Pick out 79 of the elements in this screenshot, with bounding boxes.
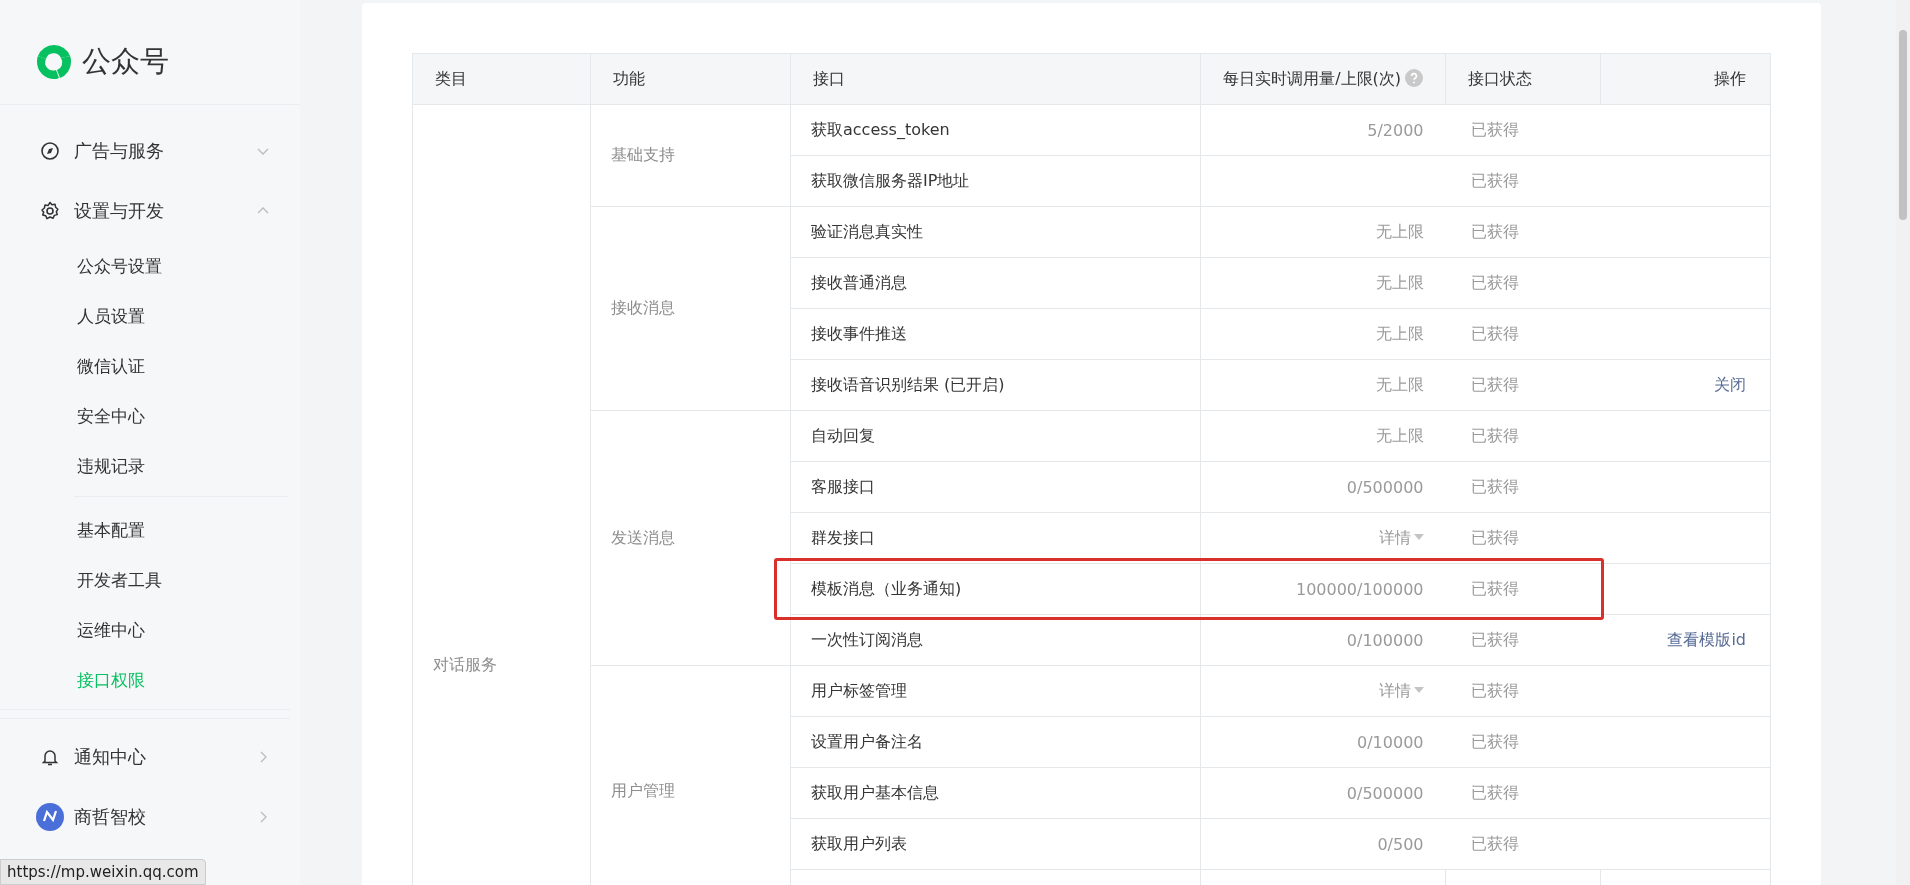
usage-count: 无上限 <box>1375 221 1424 241</box>
action-link[interactable]: 关闭 <box>1714 374 1746 394</box>
column-header: 类目 <box>412 53 591 105</box>
caret-icon <box>1413 686 1424 693</box>
interface-name: 群发接口 <box>811 527 875 547</box>
interface-name: 接收语音识别结果 (已开启) <box>811 374 1005 394</box>
interface-name: 一次性订阅消息 <box>811 629 923 649</box>
status-text: 已获得 <box>1470 782 1519 802</box>
interface-name: 接收普通消息 <box>811 272 907 292</box>
avatar-icon <box>36 803 64 831</box>
usage-count: 0/500 <box>1377 834 1424 854</box>
interface-name: 获取access_token <box>811 119 950 139</box>
nav-subitem[interactable]: 运维中心 <box>0 605 300 655</box>
nav-item[interactable]: 通知中心 <box>0 727 280 787</box>
category-cell: 对话服务 <box>433 655 497 674</box>
status-text: 已获得 <box>1470 425 1519 445</box>
status-text: 已获得 <box>1470 833 1519 853</box>
usage-count: 0/10000 <box>1357 732 1424 752</box>
status-text: 已获得 <box>1470 527 1519 547</box>
nav-item[interactable]: 广告与服务 <box>0 121 280 181</box>
usage-count: 无上限 <box>1375 272 1424 292</box>
usage-count: 0/100000 <box>1346 630 1424 650</box>
column-header: 每日实时调用量/上限(次) <box>1200 53 1446 105</box>
usage-count: 无上限 <box>1375 425 1424 445</box>
action-link[interactable]: 查看模版id <box>1667 629 1746 649</box>
status-text: 已获得 <box>1470 629 1519 649</box>
nav-subitem[interactable]: 微信认证 <box>0 341 300 391</box>
nav-item[interactable]: 商哲智校 <box>0 787 280 847</box>
column-header: 功能 <box>590 53 791 105</box>
function-cell: 接收消息 <box>611 298 675 317</box>
nav-subitem[interactable]: 基本配置 <box>0 505 300 555</box>
interface-name: 模板消息（业务通知) <box>811 578 962 598</box>
interface-name: 客服接口 <box>811 476 875 496</box>
scrollbar[interactable] <box>1896 0 1910 885</box>
status-text: 已获得 <box>1470 323 1519 343</box>
function-cell: 基础支持 <box>611 145 675 164</box>
interface-name: 接收事件推送 <box>811 323 907 343</box>
status-text: 已获得 <box>1470 476 1519 496</box>
scrollbar-thumb[interactable] <box>1899 30 1907 220</box>
interface-name: 设置用户备注名 <box>811 731 923 751</box>
compass-icon <box>40 141 60 161</box>
status-text: 已获得 <box>1470 221 1519 241</box>
nav-subitem[interactable]: 公众号设置 <box>0 241 300 291</box>
usage-count: 100000/100000 <box>1295 579 1424 599</box>
function-cell: 用户管理 <box>611 781 675 800</box>
status-url: https://mp.weixin.qq.com <box>0 859 206 885</box>
usage-count: 0/500000 <box>1346 783 1424 803</box>
status-text: 已获得 <box>1470 374 1519 394</box>
interface-name: 获取用户列表 <box>811 833 907 853</box>
status-text: 已获得 <box>1470 578 1519 598</box>
status-text: 已获得 <box>1470 272 1519 292</box>
interface-name: 验证消息真实性 <box>811 221 923 241</box>
status-text: 已获得 <box>1470 170 1519 190</box>
interface-name: 获取微信服务器IP地址 <box>811 170 970 190</box>
caret-icon <box>1413 533 1424 540</box>
usage-count: 5/2000 <box>1367 120 1424 140</box>
function-cell: 发送消息 <box>611 527 675 547</box>
interface-name: 获取用户基本信息 <box>811 782 939 802</box>
status-text: 已获得 <box>1470 680 1519 700</box>
nav-subitem[interactable]: 开发者工具 <box>0 555 300 605</box>
usage-count: 0/500000 <box>1346 477 1424 497</box>
settings-icon <box>40 201 60 221</box>
nav-item[interactable]: 设置与开发 <box>0 181 280 241</box>
column-header: 接口状态 <box>1445 53 1601 105</box>
bell-icon <box>40 747 60 767</box>
logo-title: 公众号 <box>82 43 169 80</box>
status-text: 已获得 <box>1470 731 1519 751</box>
help-icon[interactable] <box>1405 68 1423 87</box>
column-header: 操作 <box>1600 53 1771 105</box>
usage-count: 无上限 <box>1375 323 1424 343</box>
interface-name: 自动回复 <box>811 425 875 445</box>
nav-subitem[interactable]: 违规记录 <box>0 441 300 491</box>
logo-icon <box>34 42 74 82</box>
usage-count: 无上限 <box>1375 374 1424 394</box>
status-text: 已获得 <box>1470 119 1519 139</box>
column-header: 接口 <box>790 53 1201 105</box>
nav-subitem[interactable]: 安全中心 <box>0 391 300 441</box>
interface-name: 用户标签管理 <box>811 680 907 700</box>
nav-subitem[interactable]: 人员设置 <box>0 291 300 341</box>
